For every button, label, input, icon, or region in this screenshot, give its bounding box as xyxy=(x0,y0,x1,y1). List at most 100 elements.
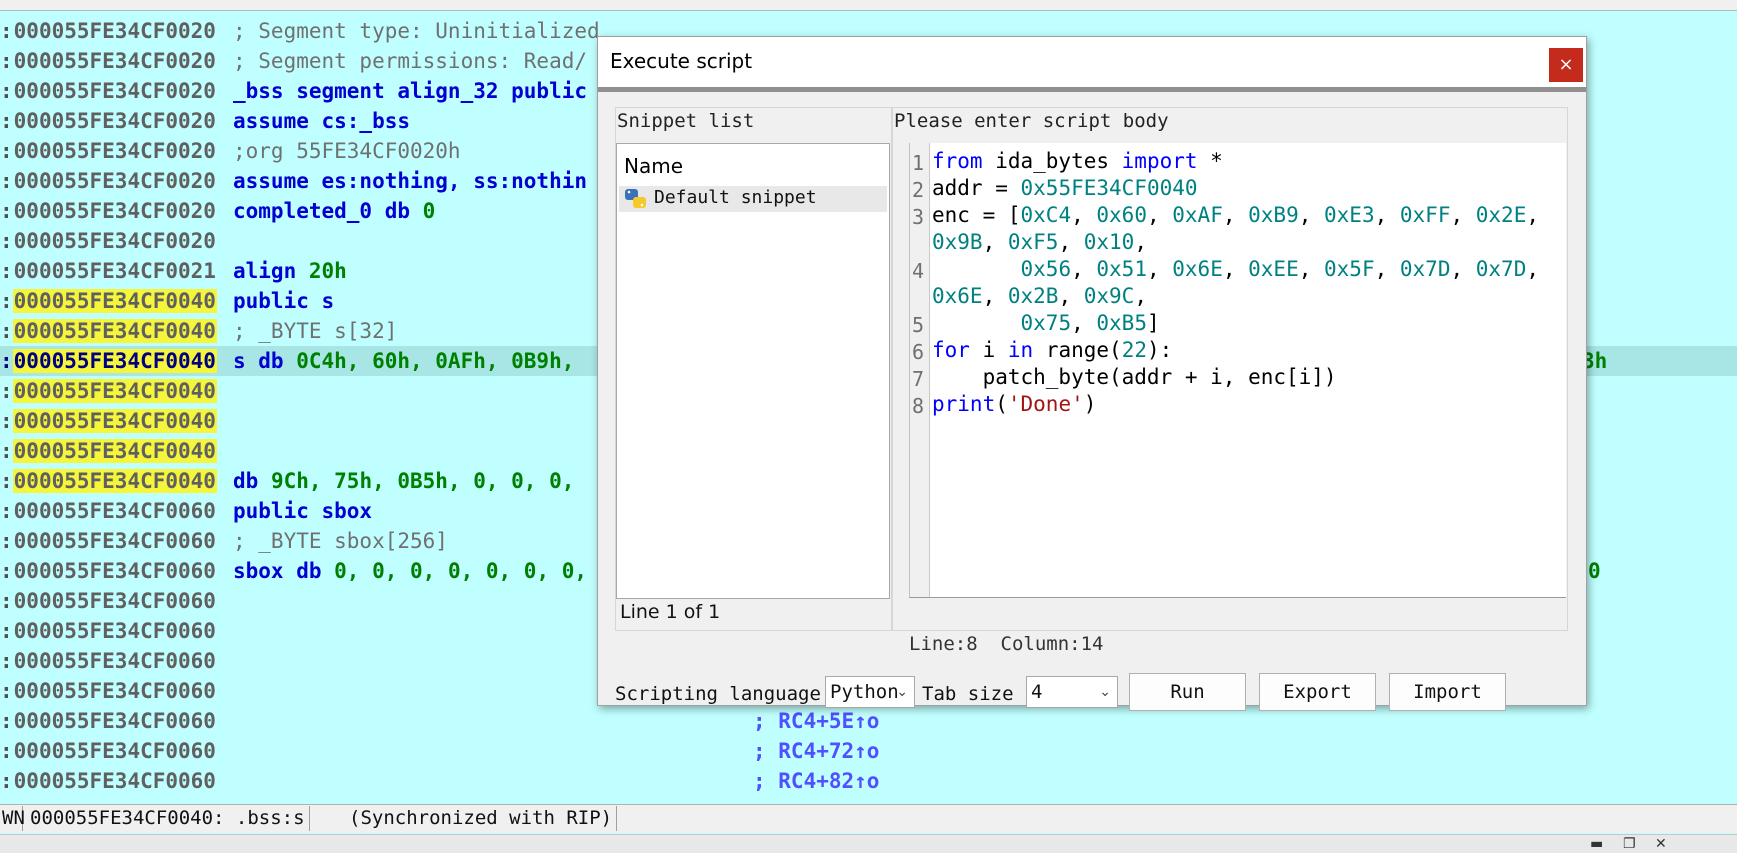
disasm-code[interactable]: ;org 55FE34CF0020h xyxy=(233,136,461,166)
disasm-address[interactable]: :000055FE34CF0020 xyxy=(0,46,217,76)
snippet-list-label: Snippet list xyxy=(617,110,755,132)
titlebar-divider xyxy=(598,87,1586,92)
export-button[interactable]: Export xyxy=(1259,673,1376,711)
disasm-code[interactable]: sbox db 0, 0, 0, 0, 0, 0, 0, xyxy=(233,556,587,586)
code-line-3-wrap: 0x9B, 0xF5, 0x10, xyxy=(932,230,1147,254)
disasm-code[interactable]: public s xyxy=(233,286,334,316)
disasm-code[interactable]: ; _BYTE s[32] xyxy=(233,316,397,346)
code-line-6: for i in range(22): xyxy=(932,338,1173,362)
restore-icon[interactable]: ❐ xyxy=(1623,836,1636,852)
code-line-7: patch_byte(addr + i, enc[i]) xyxy=(932,365,1337,389)
disasm-code[interactable]: s db 0C4h, 60h, 0AFh, 0B9h, xyxy=(233,346,574,376)
status-mode: WN xyxy=(2,806,25,831)
run-button[interactable]: Run xyxy=(1129,673,1246,711)
script-editor[interactable]: 1 2 3 4 5 6 7 8 from ida_bytes import * … xyxy=(909,143,1566,598)
minimize-icon[interactable]: ▬ xyxy=(1590,836,1603,852)
disasm-line[interactable]: :000055FE34CF0060 ; RC4+72↑o xyxy=(0,736,1737,766)
line-number: 6 xyxy=(912,340,925,364)
disasm-address[interactable]: :000055FE34CF0020 xyxy=(0,76,217,106)
disasm-address[interactable]: :000055FE34CF0020 xyxy=(0,136,217,166)
disasm-xref[interactable]: ; RC4+5E↑o xyxy=(753,706,879,736)
disasm-address[interactable]: :000055FE34CF0021 xyxy=(0,256,217,286)
disasm-code[interactable]: public sbox xyxy=(233,496,372,526)
disasm-address[interactable]: :000055FE34CF0020 xyxy=(0,226,217,256)
disasm-address[interactable]: :000055FE34CF0040 xyxy=(0,436,217,466)
disasm-address[interactable]: :000055FE34CF0060 xyxy=(0,736,217,766)
disasm-code[interactable]: ; Segment type: Uninitialized xyxy=(233,16,600,46)
disasm-address[interactable]: :000055FE34CF0060 xyxy=(0,526,217,556)
disasm-code[interactable]: assume es:nothing, ss:nothin xyxy=(233,166,587,196)
close-icon[interactable]: ✕ xyxy=(1655,836,1667,852)
line-number: 8 xyxy=(912,394,925,418)
disasm-address[interactable]: :000055FE34CF0040 xyxy=(0,466,217,496)
code-line-1: from ida_bytes import * xyxy=(932,149,1223,173)
disasm-address[interactable]: :000055FE34CF0060 xyxy=(0,676,217,706)
disasm-address[interactable]: :000055FE34CF0020 xyxy=(0,196,217,226)
disasm-address[interactable]: :000055FE34CF0040 xyxy=(0,316,217,346)
disasm-address[interactable]: :000055FE34CF0020 xyxy=(0,106,217,136)
disasm-code[interactable]: align 20h xyxy=(233,256,347,286)
top-toolbar-strip xyxy=(0,0,1737,11)
import-button[interactable]: Import xyxy=(1389,673,1506,711)
disasm-address[interactable]: :000055FE34CF0060 xyxy=(0,616,217,646)
disasm-code[interactable]: db 9Ch, 75h, 0B5h, 0, 0, 0, xyxy=(233,466,574,496)
line-number: 4 xyxy=(912,259,925,283)
disasm-address[interactable]: :000055FE34CF0060 xyxy=(0,766,217,796)
scripting-language-select[interactable]: Python ⌄ xyxy=(825,676,915,708)
disasm-code[interactable]: ; _BYTE sbox[256] xyxy=(233,526,448,556)
scripting-language-value: Python xyxy=(830,681,899,703)
snippet-column-header[interactable]: Name xyxy=(624,154,683,178)
line-number: 2 xyxy=(912,178,925,202)
line-number: 7 xyxy=(912,367,925,391)
disasm-address[interactable]: :000055FE34CF0060 xyxy=(0,706,217,736)
snippet-item-default[interactable]: Default snippet xyxy=(619,186,887,212)
code-line-4-wrap: 0x6E, 0x2B, 0x9C, xyxy=(932,284,1147,308)
snippet-item-label: Default snippet xyxy=(654,187,817,208)
line-number: 3 xyxy=(912,205,925,229)
scripting-language-label: Scripting language xyxy=(615,683,821,705)
disasm-code[interactable]: completed_0 db 0 xyxy=(233,196,435,226)
tab-size-label: Tab size xyxy=(922,683,1014,705)
chevron-down-icon: ⌄ xyxy=(1099,684,1111,700)
disasm-address[interactable]: :000055FE34CF0040 xyxy=(0,376,217,406)
tab-size-select[interactable]: 4 ⌄ xyxy=(1026,676,1118,708)
disasm-address[interactable]: :000055FE34CF0020 xyxy=(0,166,217,196)
line-number: 5 xyxy=(912,313,925,337)
status-bar: WN 000055FE34CF0040: .bss:s (Synchronize… xyxy=(0,804,1737,833)
line-number: 1 xyxy=(912,151,925,175)
code-line-5: 0x75, 0xB5] xyxy=(1020,311,1160,335)
disasm-address[interactable]: :000055FE34CF0040 xyxy=(0,286,217,316)
disasm-address[interactable]: :000055FE34CF0040 xyxy=(0,346,217,376)
snippet-line-info: Line 1 of 1 xyxy=(620,601,721,623)
disasm-line[interactable]: :000055FE34CF0060 ; RC4+82↑o xyxy=(0,766,1737,796)
code-line-3: enc = [0xC4, 0x60, 0xAF, 0xB9, 0xE3, 0xF… xyxy=(932,203,1539,227)
dialog-close-button[interactable]: × xyxy=(1549,48,1583,82)
disasm-address[interactable]: :000055FE34CF0060 xyxy=(0,496,217,526)
code-line-2: addr = 0x55FE34CF0040 xyxy=(932,176,1198,200)
disasm-xref[interactable]: ; RC4+82↑o xyxy=(753,766,879,796)
disasm-address[interactable]: :000055FE34CF0060 xyxy=(0,586,217,616)
disasm-code[interactable]: ; Segment permissions: Read/ xyxy=(233,46,587,76)
disasm-address[interactable]: :000055FE34CF0060 xyxy=(0,556,217,586)
disasm-address[interactable]: :000055FE34CF0020 xyxy=(0,16,217,46)
status-location: 000055FE34CF0040: .bss:s xyxy=(26,806,310,831)
disasm-code[interactable]: assume cs:_bss xyxy=(233,106,410,136)
disasm-code[interactable]: _bss segment align_32 public xyxy=(233,76,587,106)
disasm-address[interactable]: :000055FE34CF0060 xyxy=(0,646,217,676)
code-line-8: print('Done') xyxy=(932,392,1097,416)
python-icon xyxy=(625,189,646,208)
dialog-titlebar[interactable]: Execute script × xyxy=(598,37,1586,87)
tab-size-value: 4 xyxy=(1031,681,1043,703)
cursor-position: Line:8 Column:14 xyxy=(909,633,1104,655)
script-body-label: Please enter script body xyxy=(894,110,1169,132)
dialog-title: Execute script xyxy=(610,49,753,73)
chevron-down-icon: ⌄ xyxy=(896,684,908,700)
snippet-listbox[interactable]: Name Default snippet xyxy=(616,143,890,599)
bottom-window-strip: ▬ ❐ ✕ xyxy=(0,834,1737,853)
line-number-gutter: 1 2 3 4 5 6 7 8 xyxy=(910,143,930,597)
disasm-address[interactable]: :000055FE34CF0040 xyxy=(0,406,217,436)
disasm-xref[interactable]: ; RC4+72↑o xyxy=(753,736,879,766)
disasm-code-tail[interactable]: 0 xyxy=(1588,556,1601,586)
status-sync: (Synchronized with RIP) xyxy=(345,806,618,831)
code-line-4: 0x56, 0x51, 0x6E, 0xEE, 0x5F, 0x7D, 0x7D… xyxy=(1020,257,1539,281)
